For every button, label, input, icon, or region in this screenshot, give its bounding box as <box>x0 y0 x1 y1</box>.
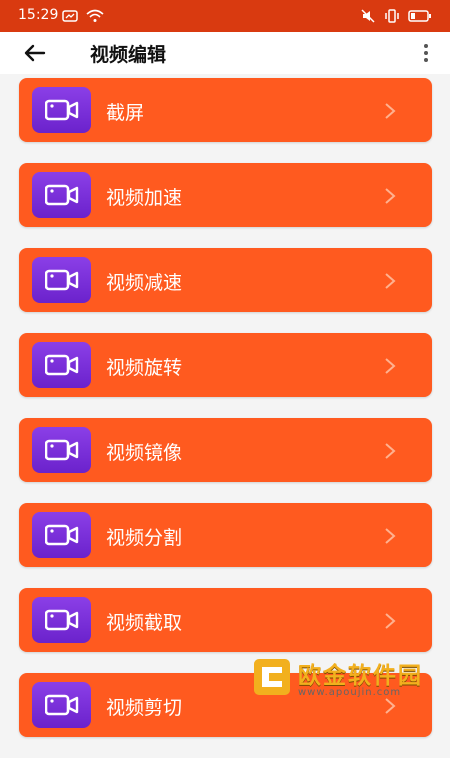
list-item-capture[interactable]: 视频截取 <box>19 588 432 652</box>
list-item-speed-up[interactable]: 视频加速 <box>19 163 432 227</box>
back-arrow-icon[interactable] <box>22 40 48 66</box>
list-item-rotate[interactable]: 视频旋转 <box>19 333 432 397</box>
chevron-right-icon <box>385 358 396 374</box>
list-item-split[interactable]: 视频分割 <box>19 503 432 567</box>
chevron-right-icon <box>385 103 396 119</box>
chevron-right-icon <box>385 188 396 204</box>
watermark-name: 欧金软件园 <box>298 663 423 689</box>
page-title: 视频编辑 <box>90 44 167 66</box>
list-item-label: 视频分割 <box>106 527 183 549</box>
status-bar: 15:29 <box>0 0 450 32</box>
video-camera-icon <box>32 87 91 133</box>
video-camera-icon <box>32 427 91 473</box>
vibrate-icon <box>385 9 399 23</box>
chevron-right-icon <box>385 273 396 289</box>
wifi-icon <box>86 9 104 22</box>
list-item-label: 视频加速 <box>106 187 183 209</box>
video-camera-icon <box>32 512 91 558</box>
video-camera-icon <box>32 682 91 728</box>
notification-icon <box>62 10 78 22</box>
battery-icon <box>408 10 431 22</box>
list-item-label: 视频剪切 <box>106 697 183 719</box>
site-logo-icon <box>254 659 290 695</box>
chevron-right-icon <box>385 443 396 459</box>
list-item-label: 视频旋转 <box>106 357 183 379</box>
video-camera-icon <box>32 257 91 303</box>
mute-icon <box>361 9 375 23</box>
more-options-icon[interactable] <box>422 43 430 63</box>
list-item-slow-down[interactable]: 视频减速 <box>19 248 432 312</box>
watermark: 欧金软件园 www.apoujin.com <box>252 655 423 699</box>
list-item-label: 视频减速 <box>106 272 183 294</box>
chevron-right-icon <box>385 528 396 544</box>
status-time: 15:29 <box>18 7 59 23</box>
app-bar: 视频编辑 <box>0 32 450 74</box>
watermark-url: www.apoujin.com <box>298 687 402 698</box>
list-item-label: 视频镜像 <box>106 442 183 464</box>
list-item-label: 截屏 <box>106 102 145 124</box>
list-item-screenshot[interactable]: 截屏 <box>19 78 432 142</box>
video-camera-icon <box>32 342 91 388</box>
video-camera-icon <box>32 597 91 643</box>
chevron-right-icon <box>385 613 396 629</box>
chevron-right-icon <box>385 698 396 714</box>
list-item-label: 视频截取 <box>106 612 183 634</box>
list-item-mirror[interactable]: 视频镜像 <box>19 418 432 482</box>
video-camera-icon <box>32 172 91 218</box>
